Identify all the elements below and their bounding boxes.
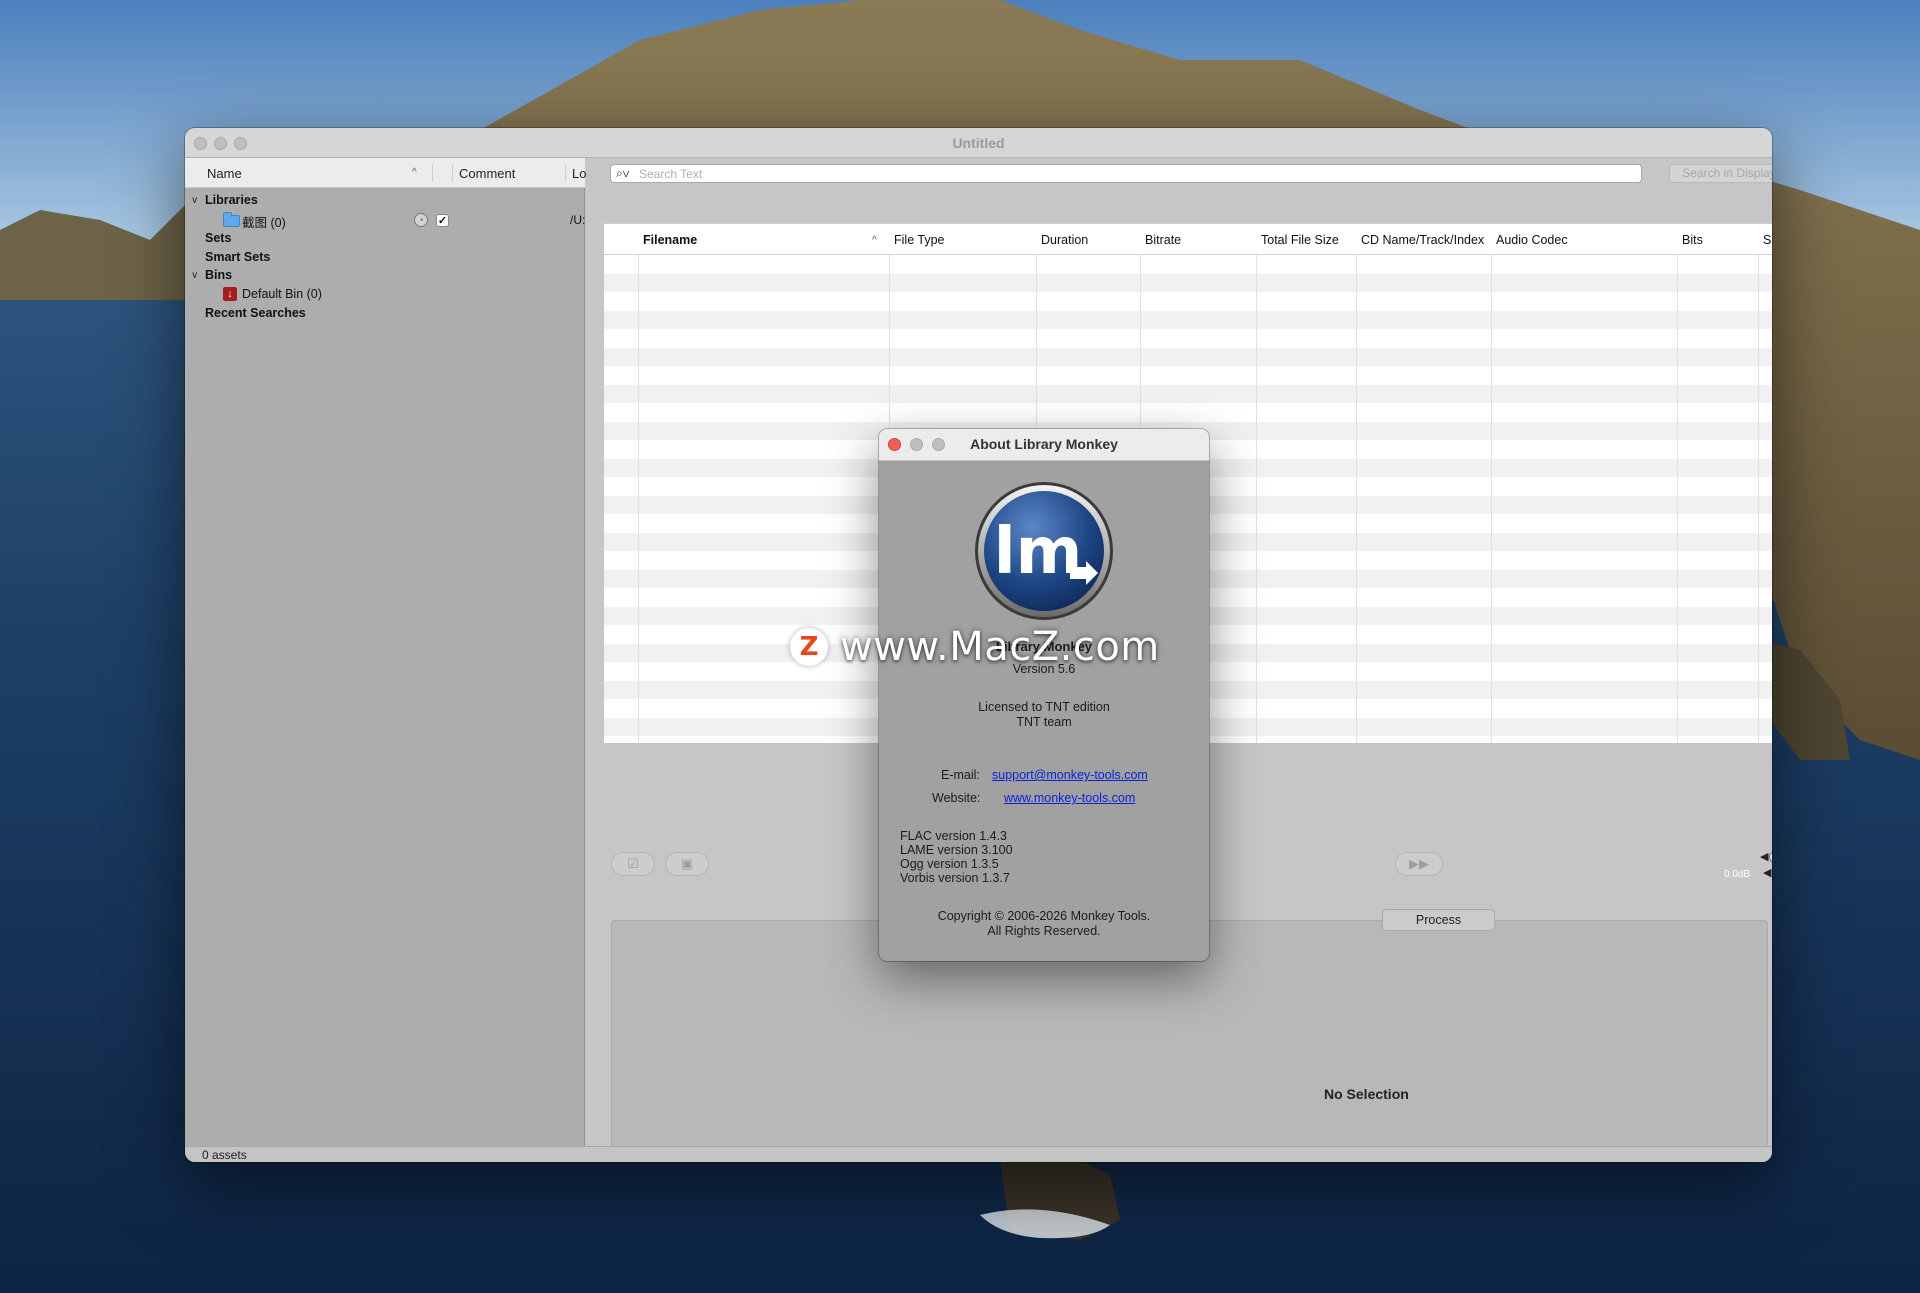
sidebar: Name ^ Comment Lo ∨ Libraries 截图 (0) ◔ ✓…: [185, 158, 586, 1146]
watermark: Z www.MacZ.com: [790, 623, 1160, 671]
bin-item[interactable]: Default Bin (0): [242, 287, 322, 305]
website-label: Website:: [932, 791, 981, 805]
group-recent-searches[interactable]: Recent Searches: [205, 306, 306, 324]
library-status-icon[interactable]: ◔: [414, 213, 428, 227]
flac-version: FLAC version 1.4.3: [900, 829, 1007, 843]
group-libraries[interactable]: Libraries: [205, 193, 258, 211]
table-header: Filename ^ File Type Duration Bitrate To…: [604, 224, 1772, 255]
column-header-filename[interactable]: Filename: [643, 233, 697, 247]
gain-label: 0.0dB: [1724, 869, 1751, 880]
column-header-comment[interactable]: Comment: [459, 166, 515, 181]
image-button[interactable]: ▣: [665, 852, 709, 876]
column-header-file-type[interactable]: File Type: [894, 233, 945, 247]
tab-process[interactable]: Process: [1382, 909, 1495, 931]
group-bins[interactable]: Bins: [205, 268, 232, 286]
check-button[interactable]: ☑: [611, 852, 655, 876]
column-header-total-file-size[interactable]: Total File Size: [1261, 233, 1339, 247]
logo-letters: lm: [994, 515, 1083, 589]
asset-count: 0 assets: [202, 1148, 247, 1162]
table-row-stripe: [604, 310, 1772, 329]
license-line-2: TNT team: [1016, 715, 1072, 729]
library-enabled-checkbox[interactable]: ✓: [436, 214, 449, 227]
fast-forward-button[interactable]: ▶▶: [1395, 852, 1443, 876]
library-item[interactable]: 截图 (0): [242, 212, 286, 230]
column-header-duration[interactable]: Duration: [1041, 233, 1088, 247]
disclosure-open-icon[interactable]: ∨: [191, 270, 198, 281]
table-row-stripe: [604, 347, 1772, 366]
column-header-name[interactable]: Name: [207, 166, 242, 181]
table-row-stripe: [604, 273, 1772, 292]
column-divider: [565, 164, 566, 182]
app-logo-icon: lm: [975, 482, 1113, 620]
window-title: Untitled: [952, 135, 1005, 151]
column-divider: [452, 164, 453, 182]
about-title-bar: About Library Monkey: [879, 429, 1209, 461]
title-bar: Untitled: [185, 128, 1772, 158]
website-link[interactable]: www.monkey-tools.com: [1004, 791, 1135, 806]
no-selection-label: No Selection: [1324, 1086, 1409, 1102]
ogg-version: Ogg version 1.3.5: [900, 857, 999, 871]
search-placeholder: Search Text: [639, 167, 703, 181]
bin-download-icon: ↓: [223, 287, 237, 301]
column-header-location[interactable]: Lo: [572, 166, 586, 181]
column-header-audio-codec[interactable]: Audio Codec: [1496, 233, 1568, 247]
vorbis-version: Vorbis version 1.3.7: [900, 871, 1010, 885]
copyright: Copyright © 2006-2026 Monkey Tools.: [937, 909, 1151, 923]
rights: All Rights Reserved.: [987, 924, 1101, 938]
email-link[interactable]: support@monkey-tools.com: [992, 768, 1148, 783]
email-label: E-mail:: [941, 768, 980, 782]
sort-ascending-icon: ^: [872, 235, 877, 246]
column-header-cd-name[interactable]: CD Name/Track/Index: [1361, 233, 1484, 247]
group-sets[interactable]: Sets: [205, 231, 231, 249]
lame-version: LAME version 3.100: [900, 843, 1013, 857]
about-title: About Library Monkey: [970, 436, 1118, 452]
table-row-stripe: [604, 384, 1772, 403]
search-input[interactable]: ⌕∨ Search Text: [610, 164, 1642, 183]
library-location: /U:: [570, 213, 586, 227]
search-icon[interactable]: ⌕∨: [616, 166, 630, 181]
about-dialog: About Library Monkey lm Library Monkey V…: [879, 429, 1209, 961]
watermark-text: www.MacZ.com: [840, 624, 1160, 670]
group-smart-sets[interactable]: Smart Sets: [205, 250, 270, 268]
folder-icon: [223, 212, 240, 227]
column-header-bitrate[interactable]: Bitrate: [1145, 233, 1181, 247]
search-displayed-assets-button[interactable]: Search in Displayed Assets: [1669, 164, 1772, 183]
disclosure-open-icon[interactable]: ∨: [191, 195, 198, 206]
sidebar-header: Name ^ Comment Lo: [185, 158, 586, 188]
column-divider: [432, 164, 433, 182]
license-line-1: Licensed to TNT edition: [978, 700, 1110, 714]
status-bar: 0 assets: [185, 1146, 1772, 1162]
column-header-truncated[interactable]: S: [1763, 233, 1771, 247]
watermark-badge: Z: [790, 628, 828, 666]
column-header-bits[interactable]: Bits: [1682, 233, 1703, 247]
volume-low-icon: ◀: [1763, 867, 1772, 879]
sort-ascending-icon: ^: [412, 167, 417, 178]
